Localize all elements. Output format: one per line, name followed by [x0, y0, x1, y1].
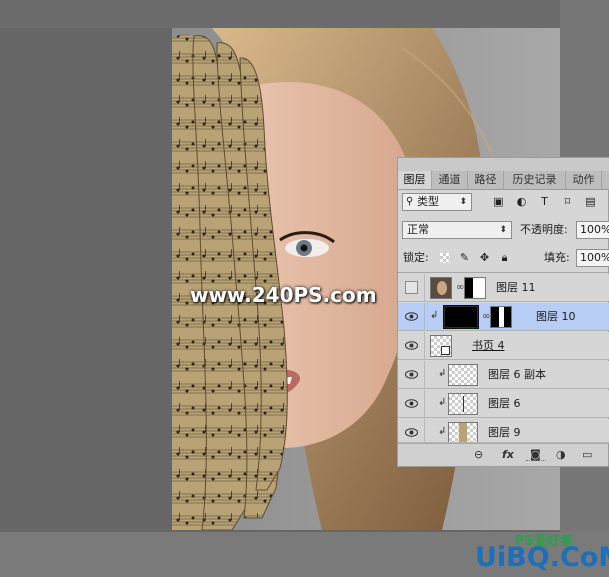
divider [398, 272, 609, 273]
logo-main-text: UiBQ.CoM [475, 542, 609, 573]
lock-transparent-icon[interactable] [440, 253, 450, 263]
link-layers-icon[interactable]: ⊖ [474, 448, 483, 461]
eye-icon[interactable] [405, 369, 418, 380]
clipping-arrow-icon: ↲ [438, 368, 447, 379]
tab-paths[interactable]: 路径 [468, 171, 504, 189]
layer-thumbnail [443, 305, 479, 329]
fill-label: 填充: [544, 251, 570, 264]
layer-name[interactable]: 书页 4 [472, 332, 505, 359]
tab-layers[interactable]: 图层 [398, 171, 432, 189]
new-group-folder-icon[interactable]: ▭ [582, 448, 592, 461]
workspace-top [0, 0, 609, 28]
panel-tabs: 图层 通道 路径 历史记录 动作 [398, 171, 609, 190]
blend-mode-select[interactable]: 正常 ⬍ [402, 221, 512, 239]
visibility-cell[interactable] [398, 419, 425, 442]
kind-filter-select[interactable]: ⚲ 类型 ⬍ [402, 193, 472, 211]
layer-mask-thumbnail[interactable] [490, 306, 512, 328]
layer-mask-thumbnail[interactable] [464, 277, 486, 299]
layer-name[interactable]: 图层 10 [536, 303, 576, 330]
kind-filter-value: 类型 [417, 195, 439, 208]
image-filter-icon[interactable]: ▣ [492, 195, 505, 208]
smart-object-icon [441, 346, 450, 355]
clipping-arrow-icon: ↲ [438, 397, 447, 408]
type-filter-icon[interactable]: T [538, 195, 551, 208]
clipping-arrow-icon: ↲ [438, 426, 447, 437]
chevron-down-icon: ⬍ [499, 225, 507, 235]
visibility-off-box[interactable] [405, 281, 418, 294]
tab-channels[interactable]: 通道 [432, 171, 468, 189]
layer-thumbnail [448, 393, 478, 415]
lock-label: 锁定: [403, 251, 429, 264]
layer-name[interactable]: 图层 11 [496, 274, 536, 301]
visibility-cell[interactable] [398, 361, 425, 388]
watermark-text: www.240PS.com [190, 283, 377, 307]
smart-object-filter-icon[interactable]: ▤ [584, 195, 597, 208]
resize-grip[interactable] [526, 460, 546, 464]
layer-row[interactable]: ↲ 图层 6 副本 [398, 361, 609, 389]
layer-row[interactable]: ∞ 图层 11 [398, 274, 609, 302]
opacity-input[interactable]: 100% [576, 221, 609, 239]
layer-thumbnail [448, 422, 478, 442]
adjustment-layer-icon[interactable]: ◑ [556, 448, 566, 461]
eye-icon[interactable] [405, 398, 418, 409]
layer-thumbnail [430, 335, 452, 357]
fill-input[interactable]: 100% [576, 249, 609, 267]
layer-thumbnail [430, 277, 452, 299]
chevron-down-icon: ⬍ [459, 197, 467, 207]
lock-move-icon[interactable]: ✥ [478, 251, 491, 264]
visibility-cell[interactable] [398, 390, 425, 417]
layer-name[interactable]: 图层 9 [488, 419, 521, 442]
eye-icon[interactable] [405, 427, 418, 438]
layer-row[interactable]: ↲ 图层 9 [398, 419, 609, 443]
lock-all-icon[interactable]: 🔒︎ [498, 251, 511, 264]
visibility-cell[interactable] [398, 332, 425, 359]
site-logo: PS爱好者 UiBQ.CoM [463, 534, 609, 576]
eye-icon[interactable] [405, 340, 418, 351]
tab-actions[interactable]: 动作 [566, 171, 602, 189]
layer-row-selected[interactable]: ↲ ∞ 图层 10 [398, 303, 609, 331]
fx-icon[interactable]: fx [502, 448, 514, 461]
blend-mode-value: 正常 [407, 223, 429, 236]
tab-history[interactable]: 历史记录 [504, 171, 566, 189]
layer-name[interactable]: 图层 6 [488, 390, 521, 417]
layer-name[interactable]: 图层 6 副本 [488, 361, 546, 388]
shape-filter-icon[interactable]: ⌑ [561, 195, 574, 208]
lock-paint-icon[interactable]: ✎ [458, 251, 471, 264]
layer-row[interactable]: 书页 4 [398, 332, 609, 360]
panel-title-strip[interactable] [398, 158, 609, 171]
adjustment-filter-icon[interactable]: ◐ [515, 195, 528, 208]
visibility-cell[interactable] [398, 274, 425, 301]
layers-panel-footer: ⊖ fx ◙ ◑ ▭ [398, 443, 608, 466]
layers-panel: 图层 通道 路径 历史记录 动作 ⚲ 类型 ⬍ ▣ ◐ T ⌑ ▤ 正常 ⬍ 不… [397, 157, 609, 467]
search-icon: ⚲ [406, 196, 414, 207]
layer-row[interactable]: ↲ 图层 6 [398, 390, 609, 418]
clipping-arrow-icon: ↲ [430, 310, 439, 321]
eye-icon[interactable] [405, 311, 418, 322]
opacity-label: 不透明度: [520, 223, 568, 236]
visibility-cell[interactable] [398, 303, 425, 330]
layer-thumbnail [448, 364, 478, 386]
